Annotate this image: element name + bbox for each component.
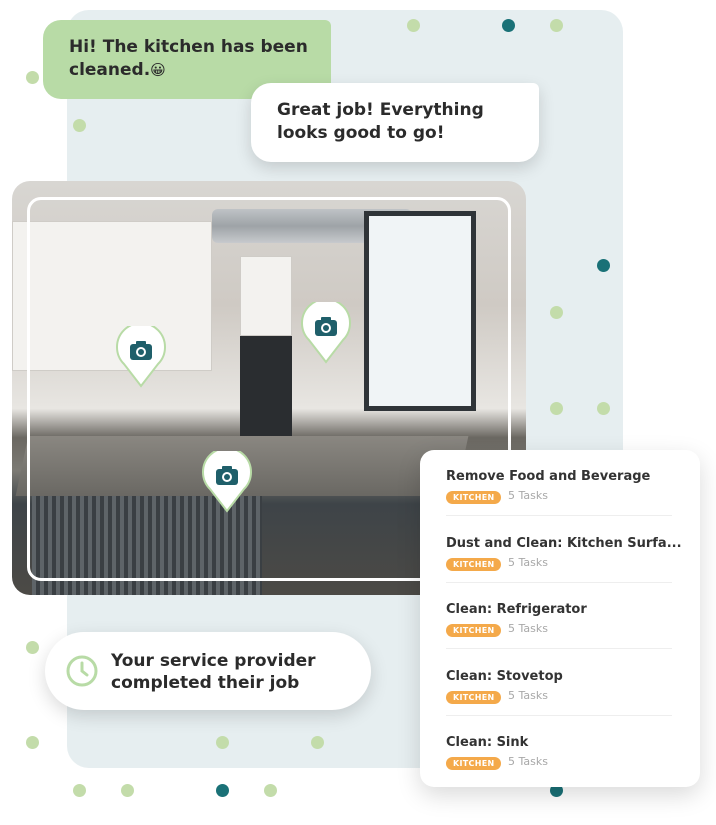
room-badge: KITCHEN — [446, 558, 502, 571]
task-name: Clean: Refrigerator — [446, 602, 587, 617]
status-notification: Your service provider completed their job — [45, 632, 371, 710]
task-item[interactable]: Remove Food and Beverage KITCHEN 5 Tasks — [446, 450, 672, 516]
decorative-dot — [550, 306, 563, 319]
message-text: Hi! The kitchen has been — [69, 37, 308, 57]
task-name: Remove Food and Beverage — [446, 469, 651, 484]
photo-pin[interactable] — [202, 447, 252, 513]
decorative-dot — [407, 19, 420, 32]
photo-pin[interactable] — [116, 322, 166, 388]
task-count: 5 Tasks — [508, 689, 548, 702]
message-text: cleaned. — [69, 60, 151, 80]
room-badge: KITCHEN — [446, 757, 502, 770]
task-count: 5 Tasks — [508, 755, 548, 768]
decorative-dot — [216, 784, 229, 797]
decorative-dot — [597, 259, 610, 272]
decorative-dot — [550, 402, 563, 415]
message-customer: Great job! Everything looks good to go! — [251, 83, 539, 162]
status-text: Your service provider — [111, 651, 316, 671]
task-count: 5 Tasks — [508, 556, 548, 569]
room-badge: KITCHEN — [446, 491, 502, 504]
camera-icon — [116, 322, 166, 388]
decorative-dot — [597, 402, 610, 415]
clock-icon — [66, 655, 98, 687]
task-item[interactable]: Dust and Clean: Kitchen Surfa... KITCHEN 5… — [446, 517, 682, 583]
decorative-dot — [73, 784, 86, 797]
smile-emoji-icon: 😀 — [150, 61, 166, 79]
task-count: 5 Tasks — [508, 622, 548, 635]
decorative-dot — [502, 19, 515, 32]
decorative-dot — [26, 641, 39, 654]
decorative-dot — [26, 736, 39, 749]
decorative-dot — [264, 784, 277, 797]
task-name: Clean: Stovetop — [446, 669, 563, 684]
message-text: looks good to go! — [277, 123, 445, 143]
task-name: Clean: Sink — [446, 735, 529, 750]
camera-icon — [301, 298, 351, 364]
decorative-dot — [311, 736, 324, 749]
task-item[interactable]: Clean: Refrigerator KITCHEN 5 Tasks — [446, 583, 672, 649]
task-list-card: Remove Food and Beverage KITCHEN 5 Tasks D… — [420, 450, 700, 787]
decorative-dot — [26, 71, 39, 84]
task-name: Dust and Clean: Kitchen Surfa... — [446, 536, 682, 551]
message-text: Great job! Everything — [277, 100, 484, 120]
room-badge: KITCHEN — [446, 624, 502, 637]
decorative-dot — [550, 19, 563, 32]
task-item[interactable]: Clean: Sink KITCHEN 5 Tasks — [446, 716, 672, 782]
decorative-dot — [121, 784, 134, 797]
decorative-dot — [216, 736, 229, 749]
camera-icon — [202, 447, 252, 513]
task-item[interactable]: Clean: Stovetop KITCHEN 5 Tasks — [446, 650, 672, 716]
room-badge: KITCHEN — [446, 691, 502, 704]
decorative-dot — [73, 119, 86, 132]
status-text: completed their job — [111, 673, 300, 693]
photo-pin[interactable] — [301, 298, 351, 364]
task-count: 5 Tasks — [508, 489, 548, 502]
